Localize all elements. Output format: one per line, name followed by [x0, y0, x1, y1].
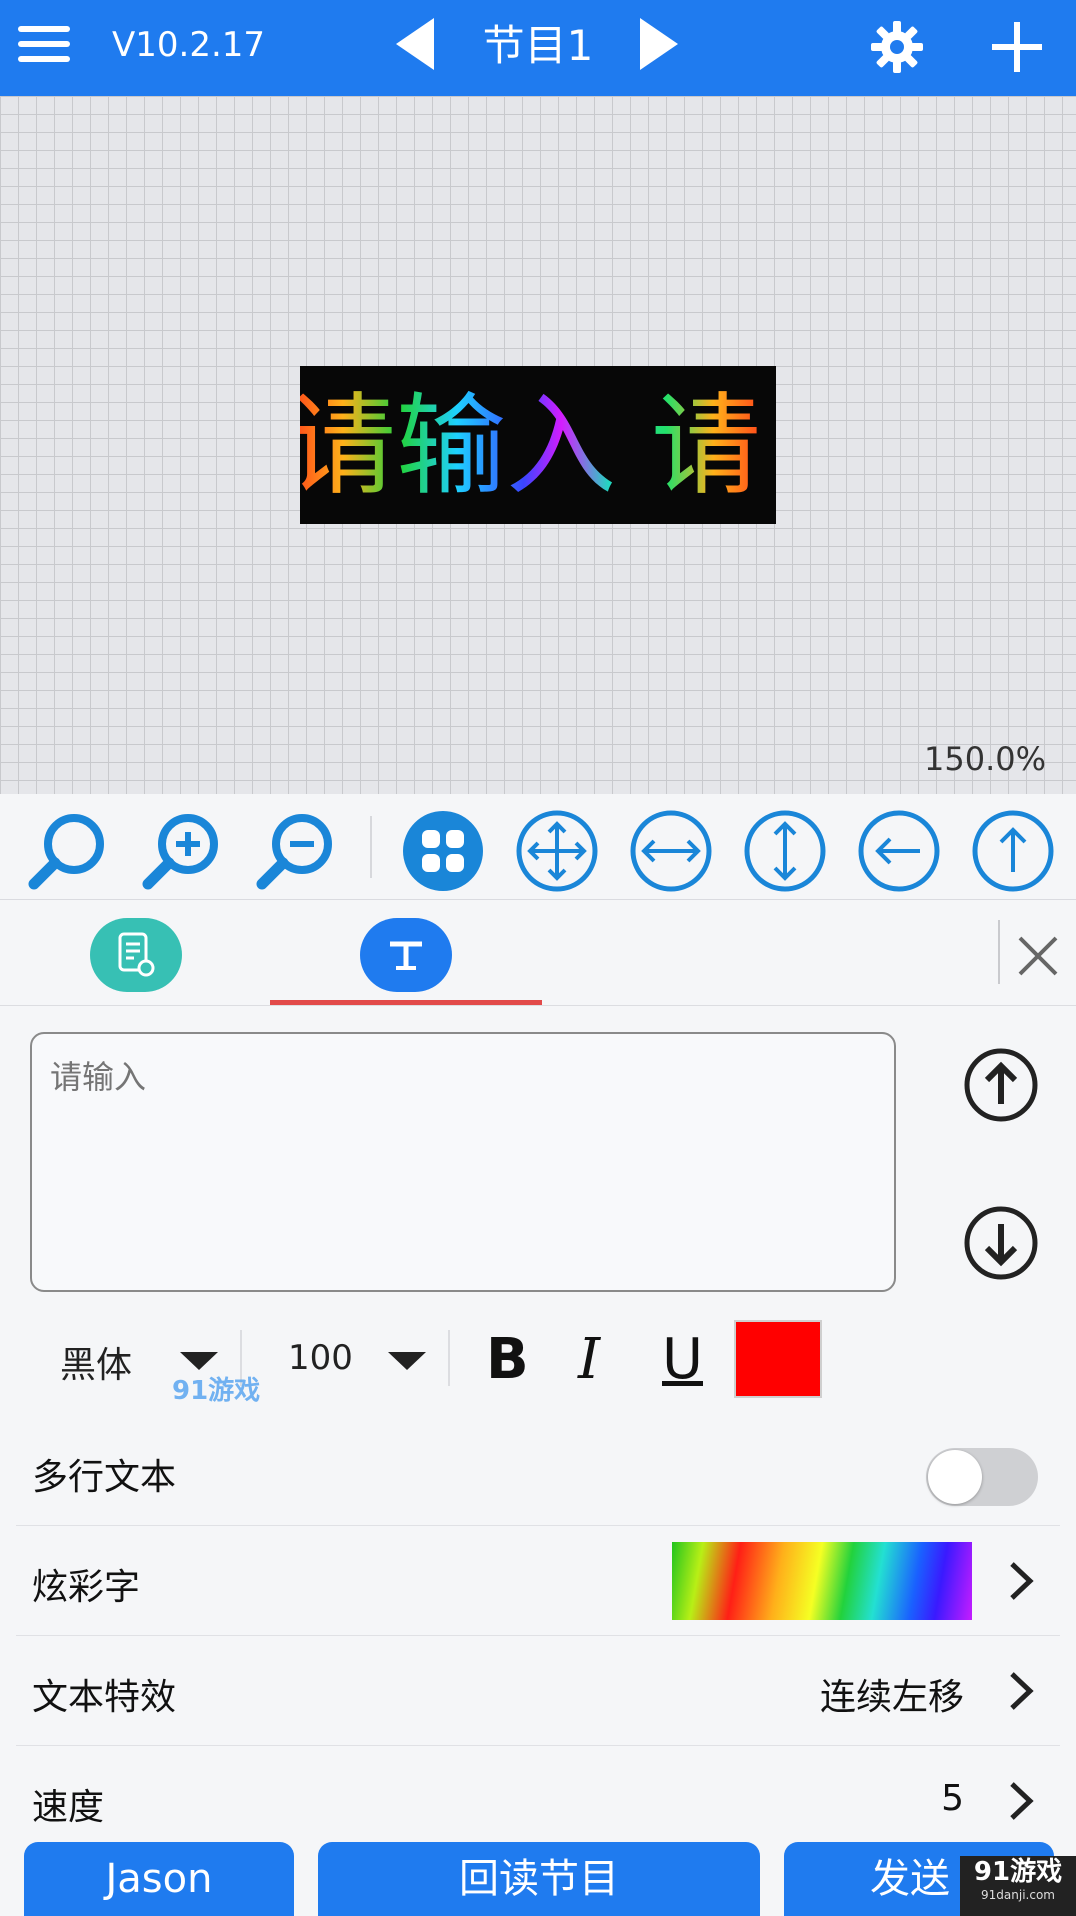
property-tabs	[0, 900, 1076, 1006]
tab-program-settings[interactable]	[90, 918, 182, 992]
text-icon	[390, 941, 422, 970]
preview-text: 请输入 请	[300, 382, 761, 510]
move-vertical-icon[interactable]	[742, 808, 828, 894]
program-title: 节目1	[482, 21, 594, 70]
arrow-left-icon[interactable]	[856, 808, 942, 894]
zoom-level: 150.0%	[923, 740, 1046, 778]
active-tab-indicator	[270, 1000, 542, 1005]
multiline-label: 多行文本	[32, 1457, 177, 1498]
font-divider	[448, 1330, 450, 1386]
zoom-in-icon[interactable]	[140, 808, 226, 894]
chevron-right-icon[interactable]	[1004, 1670, 1038, 1712]
text-content-input[interactable]	[30, 1032, 896, 1292]
menu-icon[interactable]	[18, 26, 70, 62]
toolbar-divider	[370, 816, 372, 878]
underline-button[interactable]: U	[662, 1328, 703, 1392]
italic-button[interactable]: I	[578, 1328, 600, 1392]
tab-divider	[998, 920, 1000, 984]
previous-program-button[interactable]	[396, 18, 434, 70]
colorful-text-row[interactable]: 炫彩字	[16, 1526, 1060, 1636]
chevron-right-icon[interactable]	[1004, 1560, 1038, 1602]
gear-icon[interactable]	[868, 18, 926, 76]
colorful-text-label: 炫彩字	[32, 1567, 141, 1608]
top-bar: V10.2.17 节目1	[0, 0, 1076, 96]
multiline-toggle[interactable]	[926, 1448, 1038, 1506]
bold-button[interactable]: B	[486, 1328, 529, 1392]
next-program-button[interactable]	[640, 18, 678, 70]
read-back-program-button[interactable]: 回读节目	[318, 1842, 760, 1916]
move-horizontal-icon[interactable]	[628, 808, 714, 894]
canvas-toolbar	[0, 794, 1076, 900]
font-size-select[interactable]: 100	[288, 1338, 353, 1378]
text-effect-label: 文本特效	[32, 1677, 177, 1718]
arrow-up-icon[interactable]	[970, 808, 1056, 894]
grid-icon[interactable]	[400, 808, 486, 894]
speed-row[interactable]: 速度 5	[16, 1746, 1060, 1856]
search-icon[interactable]	[26, 808, 112, 894]
font-size-dropdown-icon[interactable]	[388, 1352, 426, 1370]
speed-value: 5	[941, 1778, 964, 1819]
editing-canvas[interactable]: 请输入 请 150.0%	[0, 96, 1076, 794]
watermark-brand: 91游戏	[973, 1857, 1063, 1887]
jason-button[interactable]: Jason	[24, 1842, 294, 1916]
watermark-logo: 91游戏	[172, 1376, 261, 1406]
font-family-select[interactable]: 黑体	[60, 1336, 132, 1388]
add-program-icon[interactable]	[988, 18, 1046, 76]
send-button-label: 发送	[870, 1856, 950, 1902]
font-family-dropdown-icon[interactable]	[180, 1352, 218, 1370]
colorful-text-preview[interactable]	[672, 1542, 972, 1620]
move-all-icon[interactable]	[514, 808, 600, 894]
program-settings-icon	[118, 932, 155, 977]
move-text-up-icon[interactable]	[962, 1046, 1040, 1124]
chevron-right-icon[interactable]	[1004, 1780, 1038, 1822]
zoom-out-icon[interactable]	[254, 808, 340, 894]
watermark-badge: 91游戏 91danji.com	[960, 1856, 1076, 1916]
move-text-down-icon[interactable]	[962, 1204, 1040, 1282]
close-icon[interactable]	[1010, 928, 1066, 984]
multiline-row: 多行文本	[16, 1416, 1060, 1526]
text-effect-value: 连续左移	[819, 1677, 964, 1718]
tab-text[interactable]	[360, 918, 452, 992]
font-toolbar: 黑体 100 B I U	[0, 1310, 1076, 1410]
text-effect-row[interactable]: 文本特效 连续左移	[16, 1636, 1060, 1746]
font-color-swatch[interactable]	[734, 1320, 822, 1398]
app-version: V10.2.17	[112, 25, 266, 65]
speed-label: 速度	[32, 1787, 105, 1828]
led-text-preview[interactable]: 请输入 请	[300, 366, 776, 524]
watermark-site: 91danji.com	[981, 1888, 1055, 1902]
